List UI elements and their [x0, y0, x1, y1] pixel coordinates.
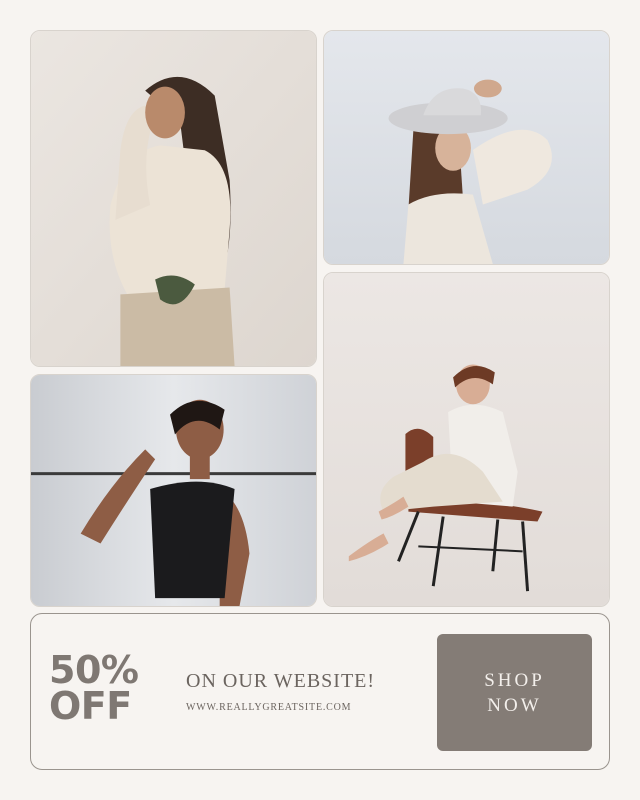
discount-off: OFF [49, 684, 132, 728]
photo-woman-hat [323, 30, 610, 265]
promo-banner: 50% OFF ON OUR WEBSITE! WWW.REALLYGREATS… [30, 613, 610, 770]
photo-woman-black-top [30, 374, 317, 607]
discount-text: 50% OFF [49, 648, 139, 728]
website-link[interactable]: WWW.REALLYGREATSITE.COM [186, 702, 351, 713]
photo-woman-knit-top [30, 30, 317, 367]
shop-now-button[interactable]: SHOP NOW [437, 634, 592, 751]
discount-percent: 50% [49, 648, 139, 692]
photo-woman-on-chair [323, 272, 610, 607]
promo-headline: ON OUR WEBSITE! [186, 670, 376, 692]
shop-now-label-line1: SHOP [484, 669, 545, 691]
shop-now-label-line2: NOW [487, 694, 542, 716]
